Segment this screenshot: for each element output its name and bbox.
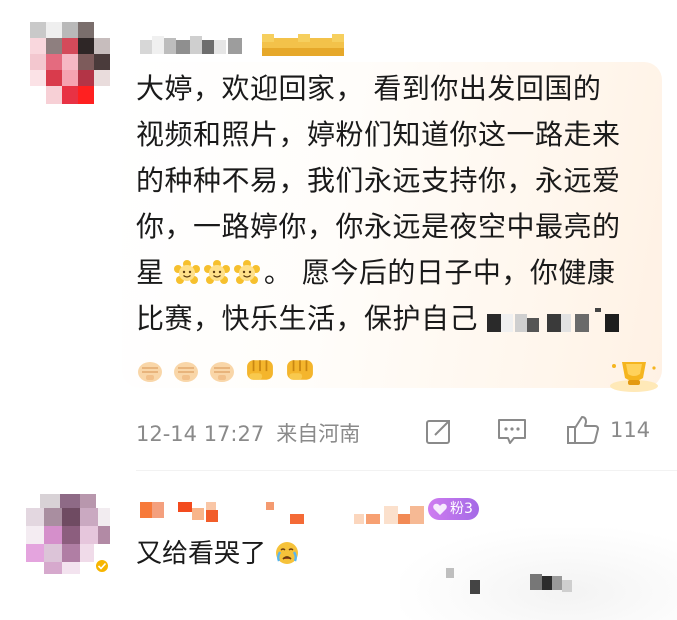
comment-line-segment: 。 愿今后的日子中，你健康 bbox=[263, 256, 616, 289]
thumbs-up-icon[interactable] bbox=[566, 414, 600, 446]
smiling-sun-emoji-icon bbox=[203, 260, 230, 284]
fist-emoji-icon bbox=[138, 362, 162, 382]
comment-text: 大婷，欢迎回家， 看到你出发回国的 视频和照片，婷粉们知道你这一路走来 的种种不… bbox=[136, 66, 656, 394]
oncoming-fist-emoji-icon bbox=[287, 360, 313, 380]
crying-face-emoji-icon bbox=[276, 542, 299, 564]
gold-trophy-badge-icon bbox=[610, 362, 658, 392]
emoji-row bbox=[136, 342, 656, 394]
comment-line-segment: 星 bbox=[136, 256, 165, 289]
comment-line: 又给看哭了 bbox=[136, 539, 267, 569]
commenter-avatar[interactable] bbox=[26, 492, 110, 574]
comment-line: 比赛，快乐生活，保护自己 bbox=[136, 296, 656, 342]
like-count: 114 bbox=[610, 418, 651, 442]
oncoming-fist-emoji-icon bbox=[247, 360, 273, 380]
comment-timestamp: 12-14 17:27 bbox=[136, 422, 265, 446]
comment-line: 星 。 愿今后的日子中，你健康 bbox=[136, 250, 656, 296]
comment-line: 你，一路婷你，你永远是夜空中最亮的 bbox=[136, 210, 621, 243]
verified-badge-icon bbox=[94, 558, 110, 574]
comment-location: 来自河南 bbox=[276, 422, 361, 446]
heart-icon bbox=[433, 503, 447, 515]
smiling-sun-emoji-icon bbox=[173, 260, 200, 284]
commenter-username[interactable] bbox=[140, 36, 250, 56]
comment-meta: 12-14 17:27 来自河南 bbox=[136, 418, 360, 448]
commenter-username[interactable] bbox=[140, 500, 426, 524]
fist-emoji-icon bbox=[210, 362, 234, 382]
commenter-avatar[interactable] bbox=[30, 22, 110, 104]
fist-emoji-icon bbox=[174, 362, 198, 382]
divider bbox=[136, 470, 677, 471]
share-icon[interactable] bbox=[424, 416, 454, 446]
gold-crown-badge-icon bbox=[262, 34, 344, 56]
comment-line: 大婷，欢迎回家， 看到你出发回国的 bbox=[136, 72, 602, 105]
comment-icon[interactable] bbox=[496, 416, 528, 446]
pixelated-text bbox=[446, 568, 572, 594]
fan-level-badge: 粉3 bbox=[428, 498, 479, 520]
comment-text: 又给看哭了 bbox=[136, 534, 304, 574]
comment-line: 视频和照片，婷粉们知道你这一路走来 bbox=[136, 118, 621, 151]
smiling-sun-emoji-icon bbox=[233, 260, 260, 284]
comment-line: 的种种不易，我们永远支持你，永远爱 bbox=[136, 164, 621, 197]
fan-level: 3 bbox=[464, 501, 473, 517]
pixelated-text bbox=[487, 308, 620, 332]
fan-label: 粉 bbox=[450, 501, 464, 517]
comment-line-segment: 比赛，快乐生活，保护自己 bbox=[136, 302, 479, 335]
